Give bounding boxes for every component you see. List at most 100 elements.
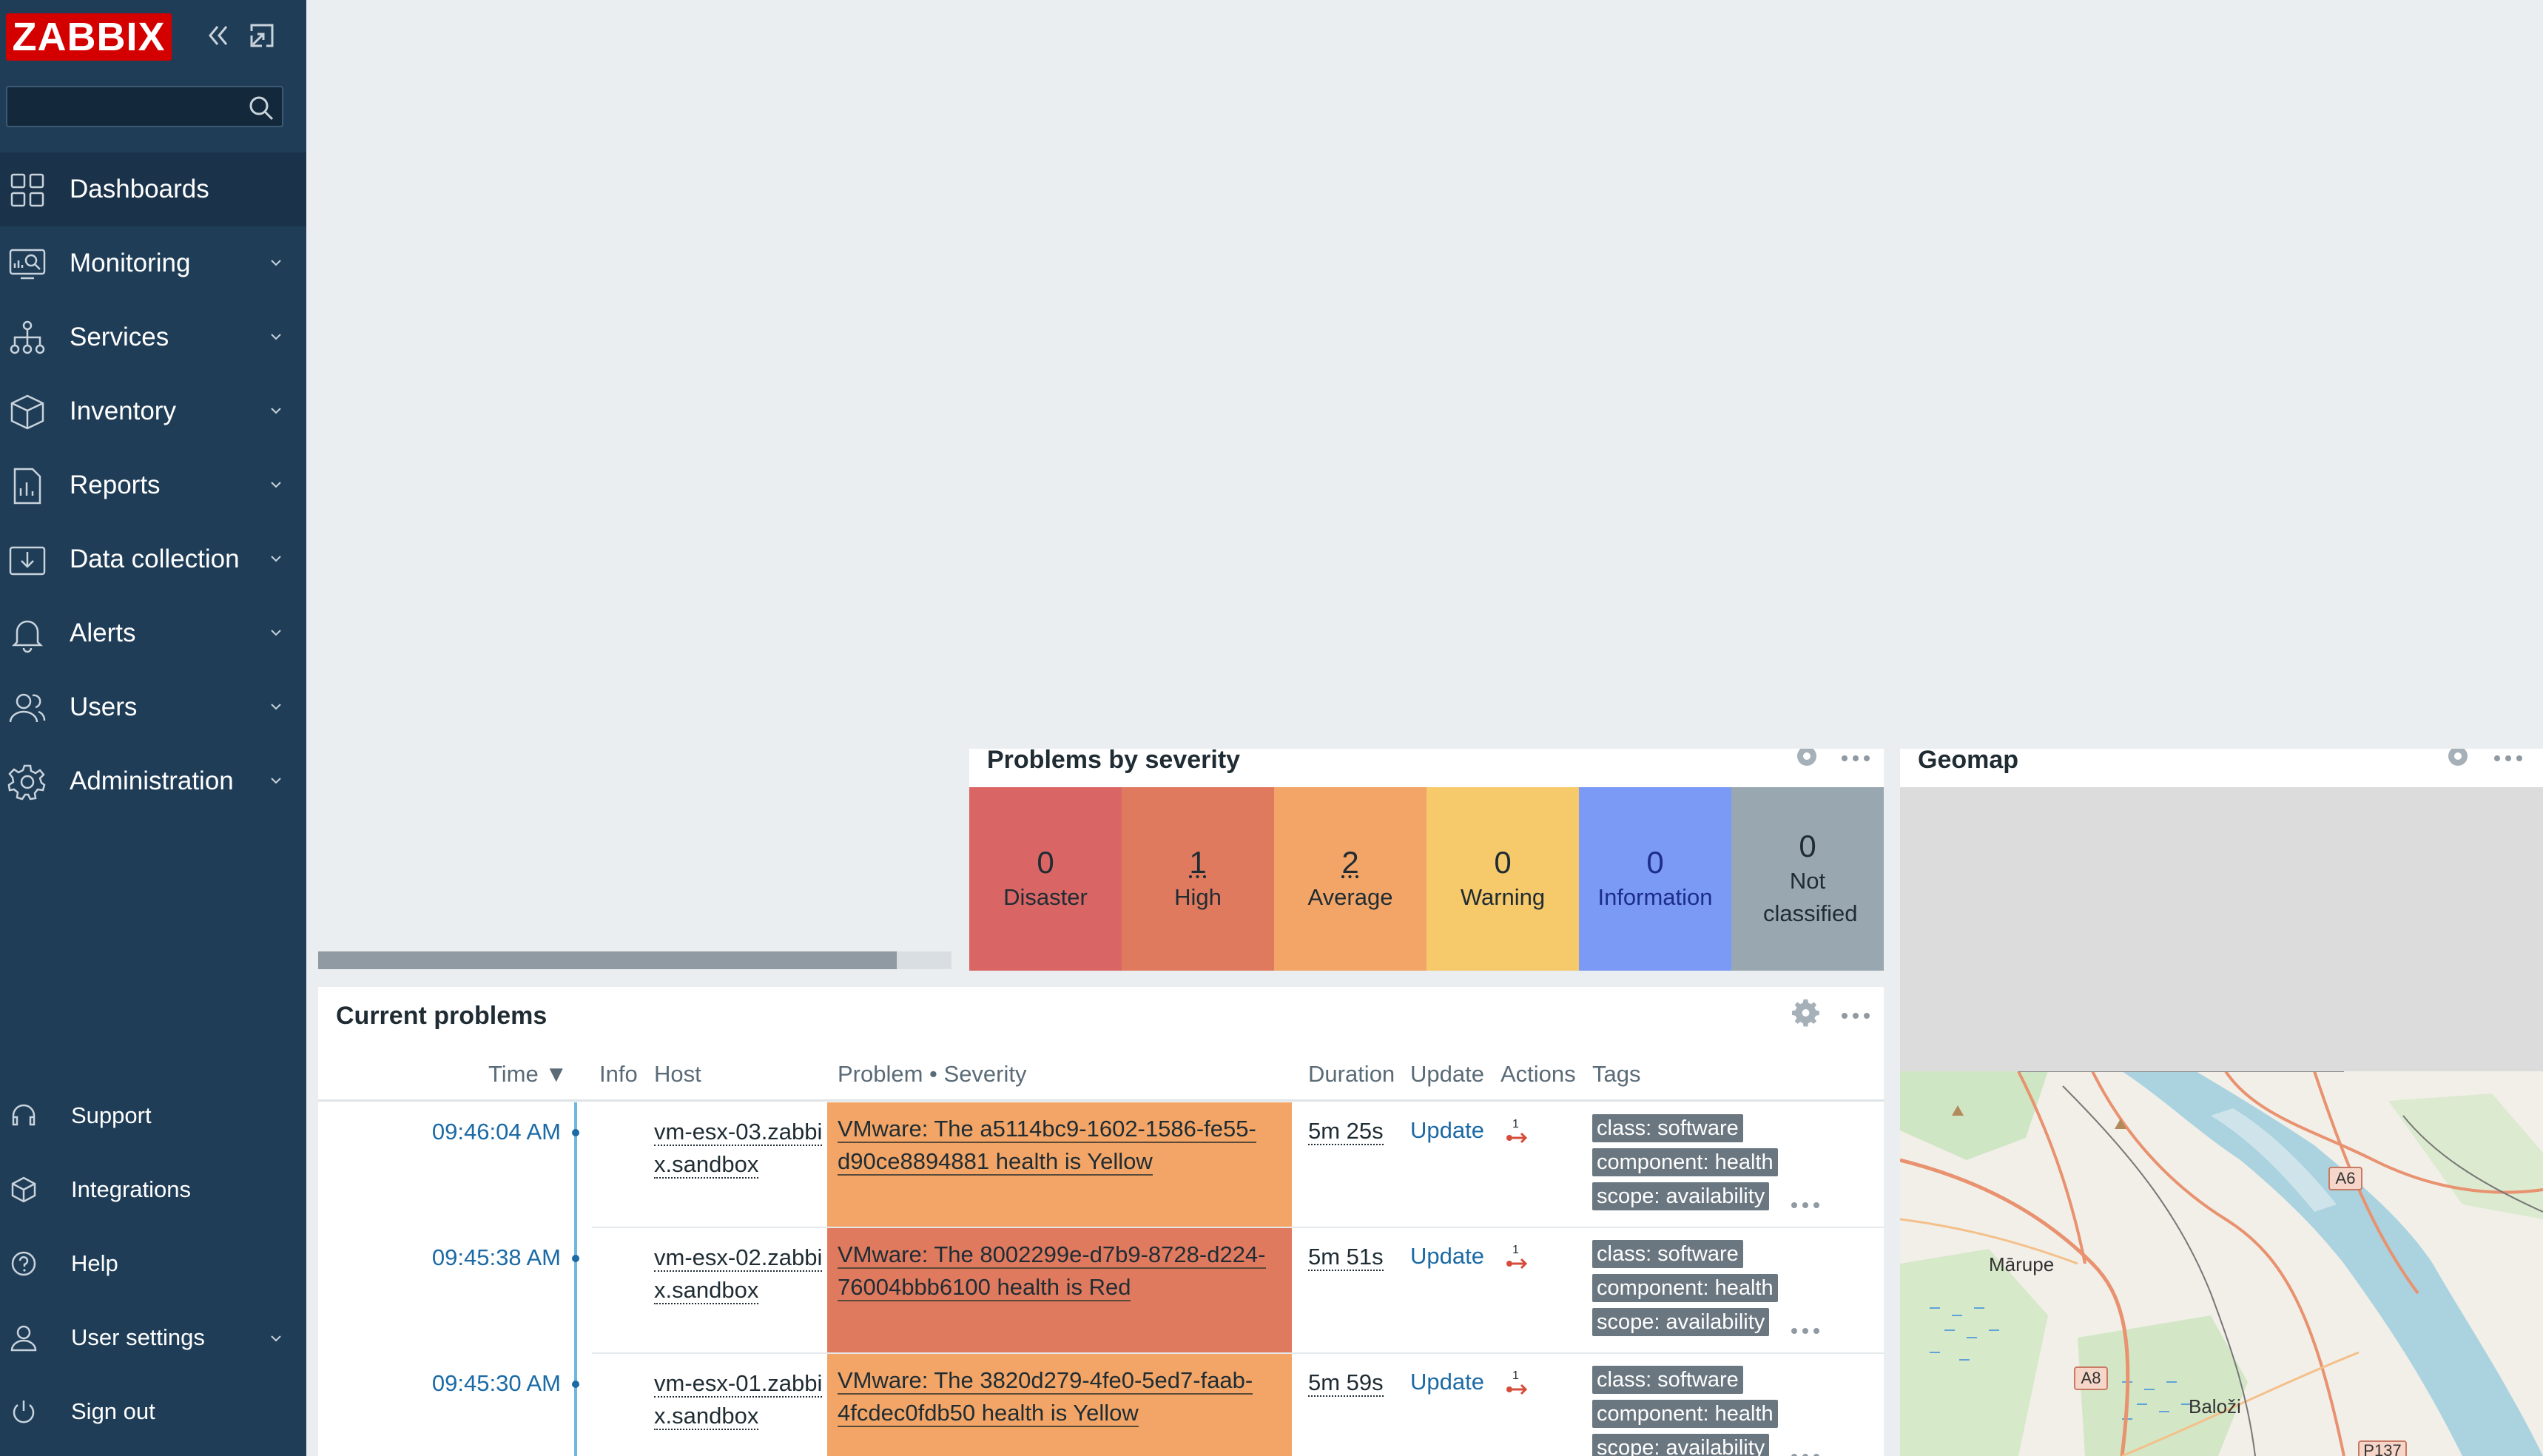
tag[interactable]: class: software [1592,1366,1743,1394]
host-name[interactable]: vm-esx-02.zabbix.sandbox [654,1244,823,1304]
tag[interactable]: class: software [1592,1114,1743,1142]
problems-by-severity-widget: Problems by severity 0 Disaster 1 High 2… [969,749,1884,971]
problem-time[interactable]: 09:45:38 AM [432,1244,561,1271]
more-tags-icon[interactable] [1789,1200,1822,1210]
nav-inventory[interactable]: Inventory [0,374,306,448]
table-row: 09:46:04 AM vm-esx-03.zabbix.sandbox VMw… [318,1102,1884,1228]
severity-count[interactable]: 1 [1189,844,1206,881]
more-tags-icon[interactable] [1789,1326,1822,1336]
update-link[interactable]: Update [1410,1243,1484,1270]
nav-label: Help [71,1250,118,1276]
problem-time[interactable]: 09:45:30 AM [432,1370,561,1397]
tag[interactable]: scope: availability [1592,1308,1770,1336]
nav-reports[interactable]: Reports [0,448,306,522]
widget-header: Problems by severity [969,749,1884,787]
nav-users[interactable]: Users [0,670,306,744]
widget-title: Geomap [1918,749,2019,774]
nav-label: Dashboards [70,175,209,203]
sidebar: ZABBIX Dashboards Monitoring Services In… [0,0,306,1456]
nav-dashboards[interactable]: Dashboards [0,152,306,226]
more-options-icon[interactable] [1839,753,1872,764]
update-link[interactable]: Update [1410,1369,1484,1395]
severity-disaster[interactable]: 0 Disaster [969,787,1122,971]
tag[interactable]: scope: availability [1592,1182,1770,1210]
nav-support[interactable]: Support [0,1086,306,1145]
widget-header: Geomap [1900,749,2543,787]
nav-monitoring[interactable]: Monitoring [0,226,306,300]
tag[interactable]: component: health [1592,1274,1778,1302]
zabbix-logo[interactable]: ZABBIX [6,13,172,61]
gear-icon[interactable] [1792,749,1822,771]
problem-duration[interactable]: 5m 25s [1308,1119,1384,1145]
actions-icon[interactable]: 1 [1500,1241,1537,1278]
problem-name[interactable]: VMware: The 3820d279-4fe0-5ed7-faab-4fcd… [838,1367,1253,1427]
header-divider [318,1099,1884,1102]
severity-label: High [1174,884,1222,910]
nav-integrations[interactable]: Integrations [0,1160,306,1219]
kiosk-mode-icon[interactable] [246,19,278,52]
nav-help[interactable]: Help [0,1234,306,1293]
nav-user-settings[interactable]: User settings [0,1308,306,1367]
severity-high[interactable]: 1 High [1122,787,1274,971]
chevron-down-icon [271,778,281,784]
nav-label: Monitoring [70,249,191,277]
widget-title: Problems by severity [987,749,1241,774]
host-name[interactable]: vm-esx-01.zabbix.sandbox [654,1370,823,1430]
severity-average[interactable]: 2 Average [1274,787,1427,971]
search-box[interactable] [6,86,283,127]
collapse-sidebar-icon[interactable] [201,19,234,52]
actions-icon[interactable]: 1 [1500,1367,1537,1404]
problem-duration[interactable]: 5m 51s [1308,1244,1384,1271]
severity-warning[interactable]: 0 Warning [1427,787,1579,971]
tag[interactable]: scope: availability [1592,1434,1770,1456]
gear-icon[interactable] [2443,749,2473,771]
services-icon [10,320,45,354]
search-input[interactable] [13,92,238,123]
problem-host[interactable]: vm-esx-01.zabbix.sandbox [654,1367,832,1432]
column-header-host[interactable]: Host [654,1061,701,1088]
tags-list: class: software component: health scope:… [1592,1240,1814,1342]
dashboards-icon [10,173,44,207]
power-icon [13,1401,35,1423]
tag[interactable]: class: software [1592,1240,1743,1268]
nav-label: Reports [70,471,161,499]
gear-icon[interactable] [1792,997,1822,1027]
nav-sign-out[interactable]: Sign out [0,1382,306,1441]
problem-name[interactable]: VMware: The a5114bc9-1602-1586-fe55-d90c… [838,1116,1256,1176]
severity-count[interactable]: 2 [1341,844,1358,881]
actions-icon[interactable]: 1 [1500,1116,1537,1153]
nav-data-collection[interactable]: Data collection [0,522,306,596]
tag[interactable]: component: health [1592,1400,1778,1428]
nav-label: Support [71,1102,152,1128]
map-tiles[interactable]: A6 Mārupe A8 Baloži P137 [1900,1071,2543,1456]
table-row: 09:45:38 AM vm-esx-02.zabbix.sandbox VMw… [318,1228,1884,1354]
road-shield-a8: A8 [2074,1366,2108,1390]
nav-services[interactable]: Services [0,300,306,374]
nav-alerts[interactable]: Alerts [0,596,306,670]
severity-not-classified[interactable]: 0 Not classified [1731,787,1884,971]
svg-text:1: 1 [1512,1369,1519,1382]
nav-administration[interactable]: Administration [0,744,306,818]
host-name[interactable]: vm-esx-03.zabbix.sandbox [654,1119,823,1179]
severity-label: Warning [1460,884,1546,910]
users-icon [9,693,46,723]
column-header-problem[interactable]: Problem • Severity [838,1061,1027,1088]
problem-host[interactable]: vm-esx-02.zabbix.sandbox [654,1241,832,1307]
more-options-icon[interactable] [2492,753,2525,764]
more-options-icon[interactable] [1839,1011,1872,1021]
tag[interactable]: component: health [1592,1148,1778,1176]
road-shield-a6: A6 [2328,1167,2362,1190]
nav-label: Data collection [70,545,240,573]
problem-duration[interactable]: 5m 59s [1308,1370,1384,1397]
column-header-time[interactable]: Time ▼ [488,1061,567,1088]
problem-name[interactable]: VMware: The 8002299e-d7b9-8728-d224-7600… [838,1241,1266,1301]
column-header-duration: Duration [1308,1061,1395,1087]
problem-host[interactable]: vm-esx-03.zabbix.sandbox [654,1116,832,1181]
update-link[interactable]: Update [1410,1117,1484,1144]
problem-time[interactable]: 09:46:04 AM [432,1119,561,1145]
scrollbar-thumb[interactable] [318,951,897,969]
more-tags-icon[interactable] [1789,1452,1822,1456]
severity-information[interactable]: 0 Information [1579,787,1731,971]
search-icon[interactable] [246,93,276,123]
map-loading-area[interactable] [1900,787,2543,1071]
